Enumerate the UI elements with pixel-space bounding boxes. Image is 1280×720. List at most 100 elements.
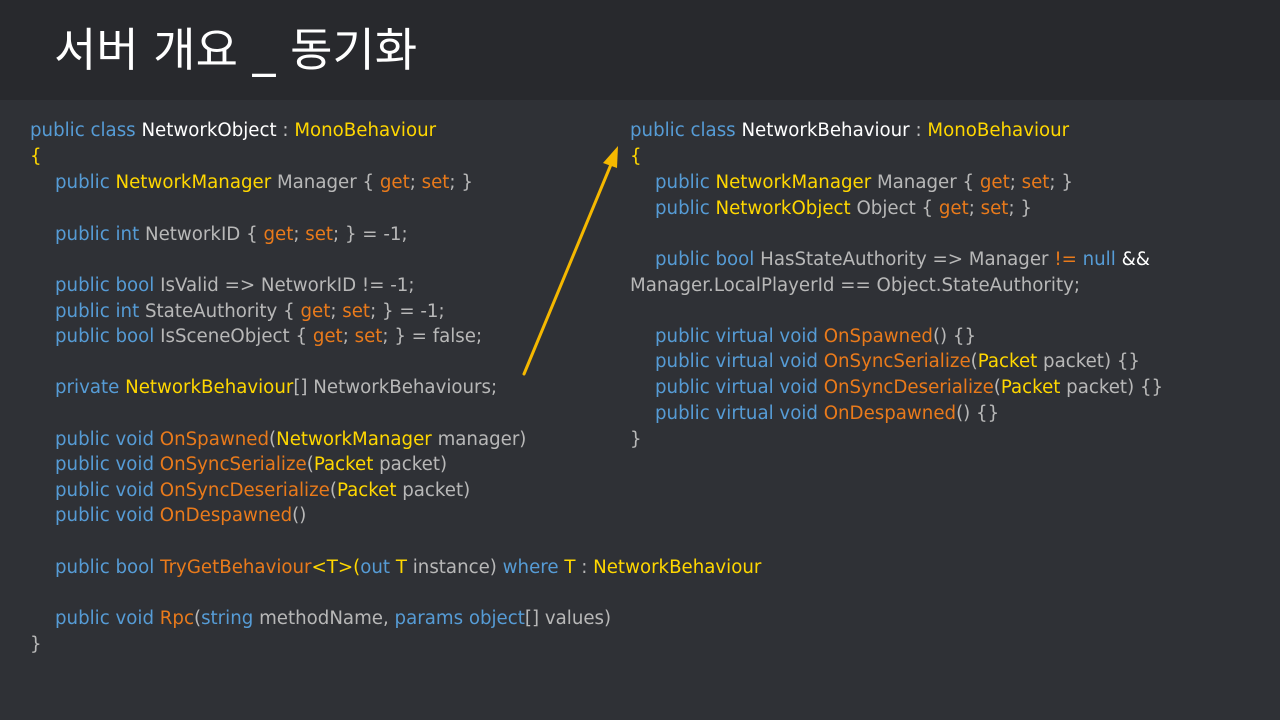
code-line: public void OnSyncDeserialize(Packet pac… [30, 478, 470, 504]
keyword: string [201, 608, 254, 629]
code-line: } [630, 427, 642, 453]
accessor: set [342, 301, 371, 322]
title-bar: 서버 개요 _ 동기화 [0, 0, 1280, 100]
type: T [564, 557, 576, 578]
text: Manager.LocalPlayerId == Object.StateAut… [630, 275, 1080, 296]
text: packet) [396, 480, 471, 501]
network-object-code-block: public class NetworkObject : MonoBehavio… [30, 118, 761, 658]
text: StateAuthority { [145, 301, 301, 322]
keyword: public class [630, 120, 742, 141]
text: [] values) [524, 608, 612, 629]
code-line: public bool HasStateAuthority => Manager… [630, 247, 1150, 273]
type: Packet [1000, 377, 1061, 398]
type: Packet [977, 351, 1038, 372]
text: HasStateAuthority => Manager [760, 249, 1055, 270]
method: OnSyncSerialize [159, 454, 307, 475]
text: IsValid => NetworkID != -1; [160, 275, 415, 296]
text: packet) {} [1060, 377, 1164, 398]
keyword: public void [55, 454, 160, 475]
slide: 서버 개요 _ 동기화 public class NetworkObject :… [0, 0, 1280, 720]
code-line: public void OnSpawned(NetworkManager man… [30, 427, 526, 453]
base-type: MonoBehaviour [294, 120, 437, 141]
text: ; [968, 198, 981, 219]
keyword: private [55, 377, 126, 398]
accessor: get [379, 172, 410, 193]
text: ; } [1049, 172, 1073, 193]
code-line: { [30, 144, 42, 170]
type: NetworkObject [715, 198, 851, 219]
text: instance) [406, 557, 503, 578]
code-line: public void Rpc(string methodName, param… [30, 606, 611, 632]
text: methodName, [253, 608, 395, 629]
class-name: NetworkBehaviour [741, 120, 910, 141]
text: packet) [373, 454, 448, 475]
type: NetworkBehaviour [125, 377, 294, 398]
keyword: public virtual void [655, 403, 824, 424]
keyword: public void [55, 480, 160, 501]
keyword: where [502, 557, 565, 578]
type: NetworkManager [115, 172, 272, 193]
text: ( [970, 351, 978, 372]
text: ( [306, 454, 314, 475]
text: ; } = -1; [370, 301, 445, 322]
class-name: NetworkObject [141, 120, 277, 141]
keyword: public bool [55, 326, 161, 347]
accessor: set [1021, 172, 1050, 193]
text: : [575, 557, 594, 578]
code-line: } [30, 632, 42, 658]
code-line: public virtual void OnSyncSerialize(Pack… [630, 349, 1140, 375]
code-line: public class NetworkBehaviour : MonoBeha… [630, 118, 1069, 144]
text: () [292, 505, 307, 526]
text: ; } [1008, 198, 1032, 219]
method: TryGetBehaviour [160, 557, 312, 578]
punct: : [909, 120, 928, 141]
code-line: Manager.LocalPlayerId == Object.StateAut… [630, 273, 1080, 299]
method: OnSpawned [159, 429, 269, 450]
code-line: private NetworkBehaviour[] NetworkBehavi… [30, 375, 497, 401]
text: ; [342, 326, 355, 347]
accessor: get [979, 172, 1010, 193]
text: [] NetworkBehaviours; [293, 377, 498, 398]
code-line: public virtual void OnSpawned() {} [630, 324, 976, 350]
keyword: null [1076, 249, 1116, 270]
text: ; } [449, 172, 473, 193]
text: ( [329, 480, 337, 501]
keyword: public [55, 172, 116, 193]
method: OnSyncSerialize [823, 351, 971, 372]
accessor: get [300, 301, 331, 322]
keyword: params object [394, 608, 525, 629]
keyword: out [360, 557, 396, 578]
accessor: get [263, 224, 294, 245]
text: NetworkID { [145, 224, 264, 245]
text: manager) [431, 429, 527, 450]
brace: { [630, 146, 642, 167]
punct: >( [337, 557, 361, 578]
keyword: public [655, 198, 716, 219]
accessor: get [938, 198, 969, 219]
type: T [395, 557, 407, 578]
keyword: public virtual void [655, 351, 824, 372]
text: IsSceneObject { [160, 326, 313, 347]
code-line: public virtual void OnDespawned() {} [630, 401, 999, 427]
code-line: public NetworkManager Manager { get; set… [30, 170, 473, 196]
accessor: set [421, 172, 450, 193]
code-line: public virtual void OnSyncDeserialize(Pa… [630, 375, 1163, 401]
code-line: public bool IsValid => NetworkID != -1; [30, 273, 415, 299]
text: ; } = -1; [333, 224, 408, 245]
method: Rpc [159, 608, 194, 629]
method: OnDespawned [159, 505, 293, 526]
brace: } [630, 429, 642, 450]
punct: < [311, 557, 327, 578]
code-line: public void OnSyncSerialize(Packet packe… [30, 452, 447, 478]
keyword: public bool [55, 275, 161, 296]
accessor: set [354, 326, 383, 347]
text: ; } = false; [382, 326, 483, 347]
text: Object { [850, 198, 939, 219]
type: NetworkManager [715, 172, 872, 193]
keyword: public virtual void [655, 377, 824, 398]
base-type: MonoBehaviour [927, 120, 1070, 141]
code-line: public bool IsSceneObject { get; set; } … [30, 324, 482, 350]
accessor: get [312, 326, 343, 347]
keyword: public bool [655, 249, 761, 270]
code-line: public bool TryGetBehaviour<T>(out T ins… [30, 555, 761, 581]
